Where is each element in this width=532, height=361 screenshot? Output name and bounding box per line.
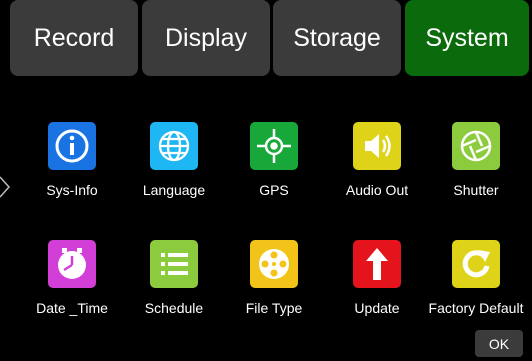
gps-button[interactable]: GPS [219,122,329,232]
tab-display[interactable]: Display [142,0,270,76]
tab-bar: Record Display Storage System [0,0,532,89]
gps-crosshair-icon [250,122,298,170]
film-reel-icon [250,240,298,288]
sys-info-button[interactable]: Sys-Info [17,122,127,232]
clock-icon [48,240,96,288]
schedule-button[interactable]: Schedule [119,240,229,350]
tab-storage[interactable]: Storage [273,0,401,76]
ok-button[interactable]: OK [475,330,523,357]
tab-system[interactable]: System [405,0,529,76]
speaker-icon [353,122,401,170]
upload-arrow-icon [353,240,401,288]
file-type-button[interactable]: File Type [219,240,329,350]
list-icon [150,240,198,288]
info-icon [48,122,96,170]
audio-out-button[interactable]: Audio Out [322,122,432,232]
reset-icon [452,240,500,288]
globe-icon [150,122,198,170]
tab-record[interactable]: Record [10,0,138,76]
shutter-button[interactable]: Shutter [421,122,531,232]
shutter-label: Shutter [453,182,499,198]
update-button[interactable]: Update [322,240,432,350]
language-button[interactable]: Language [119,122,229,232]
factory-default-label: Factory Default [428,300,524,316]
aperture-icon [452,122,500,170]
date-time-button[interactable]: Date _Time [17,240,127,350]
